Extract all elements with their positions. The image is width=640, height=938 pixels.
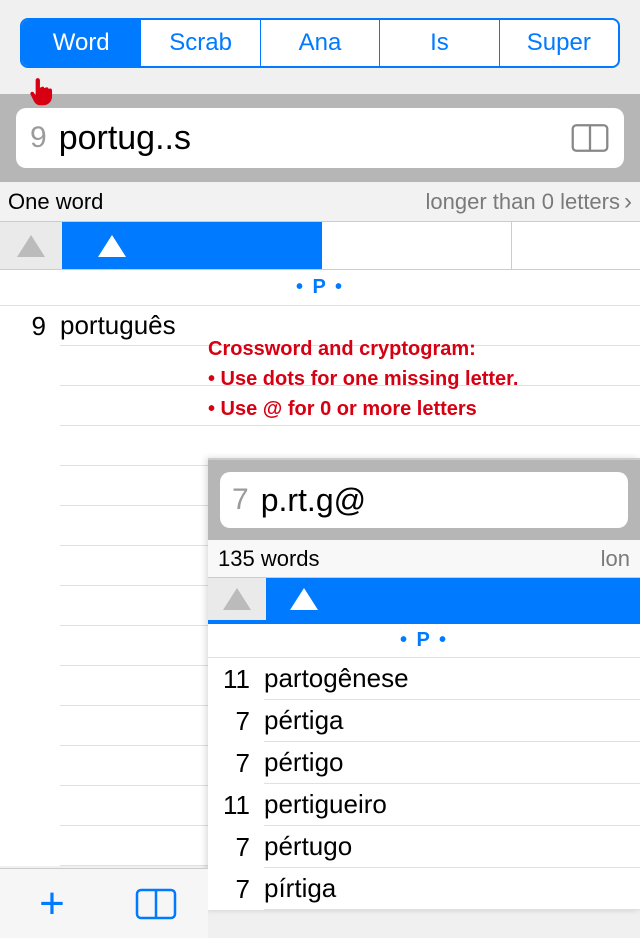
search-input[interactable] [59,119,570,158]
result-length: 9 [0,311,60,342]
chevron-right-icon: › [624,188,632,216]
book-icon [134,885,178,923]
sort-col-3[interactable] [322,222,512,269]
length-hint: 9 [30,121,47,155]
filter-left: One word [8,189,103,215]
overlay-example-panel: 7 135 words lon • P • 11partogênese 7pér… [208,458,640,910]
overlay-filter-bar[interactable]: 135 words lon [208,540,640,578]
tab-word[interactable]: Word [22,20,141,66]
overlay-length-hint: 7 [232,483,249,517]
tab-is[interactable]: Is [380,20,499,66]
tab-ana[interactable]: Ana [261,20,380,66]
filter-bar[interactable]: One word longer than 0 letters› [0,182,640,222]
overlay-filter-left: 135 words [218,546,320,572]
tab-super[interactable]: Super [500,20,618,66]
overlay-result-row[interactable]: 7pírtiga [208,868,640,910]
sort-asc-gray[interactable] [0,222,62,269]
help-annotation: Crossword and cryptogram: • Use dots for… [208,334,518,424]
overlay-sort-blue[interactable] [266,578,640,620]
tab-scrab[interactable]: Scrab [141,20,260,66]
overlay-filter-right: lon [601,546,630,572]
overlay-result-row[interactable]: 7pértiga [208,700,640,742]
dictionary-button[interactable] [104,885,208,923]
search-bar: 9 [0,94,640,182]
sort-bar [0,222,640,270]
add-button[interactable]: + [0,879,104,929]
overlay-result-row[interactable]: 7pértigo [208,742,640,784]
overlay-sort-bar [208,578,640,624]
search-field[interactable]: 9 [16,108,624,168]
filter-right[interactable]: longer than 0 letters› [426,188,632,216]
plus-icon: + [39,879,65,929]
sort-asc-blue[interactable] [62,222,322,269]
overlay-sort-gray[interactable] [208,578,266,620]
overlay-search-field[interactable]: 7 [220,472,628,528]
overlay-result-row[interactable]: 7pértugo [208,826,640,868]
sort-col-4[interactable] [512,222,640,269]
overlay-results-list: 11partogênese 7pértiga 7pértigo 11pertig… [208,658,640,910]
overlay-search-bar: 7 [208,460,640,540]
pointer-annotation-icon [28,76,54,111]
mode-tabs: Word Scrab Ana Is Super [20,18,620,68]
overlay-search-input[interactable] [261,482,640,519]
overlay-section-header: • P • [208,624,640,658]
dictionary-icon[interactable] [570,120,610,156]
overlay-result-row[interactable]: 11partogênese [208,658,640,700]
overlay-result-row[interactable]: 11pertigueiro [208,784,640,826]
section-header-p: • P • [0,270,640,306]
bottom-toolbar: + [0,868,208,938]
